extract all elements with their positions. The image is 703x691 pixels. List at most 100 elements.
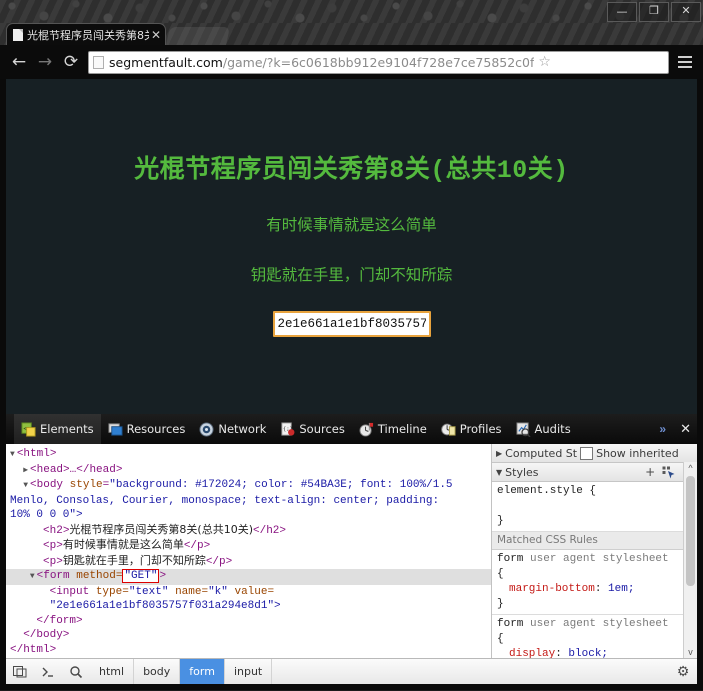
element-style-rule[interactable]: element.style { } [492, 482, 697, 532]
browser-tab[interactable]: 光棍节程序员闯关秀第8关 ✕ [6, 23, 166, 45]
devtools-statusbar: html body form input ⚙ [6, 658, 697, 684]
attribute-edit-field[interactable]: "GET" [122, 569, 160, 583]
page-viewport: 光棍节程序员闯关秀第8关(总共10关) 有时候事情就是这么简单 钥匙就在手里，门… [0, 79, 703, 414]
tab-label: Elements [40, 422, 94, 436]
forward-icon[interactable]: → [32, 49, 58, 75]
breadcrumb-html[interactable]: html [90, 659, 135, 684]
chevron-right-icon[interactable]: ▶ [496, 449, 502, 458]
tab-elements[interactable]: <> Elements [14, 414, 101, 444]
console-icon[interactable] [34, 659, 62, 684]
tree-row[interactable]: <p>钥匙就在手里，门却不知所踪</p> [6, 554, 491, 570]
scroll-up-icon[interactable]: ^ [684, 463, 697, 473]
show-inherited-label: Show inherited [596, 446, 679, 460]
dock-icon[interactable] [6, 659, 34, 684]
styles-sidebar: ▶ Computed St Show inherited ▼ Styles + [491, 444, 697, 658]
page-icon [93, 55, 104, 69]
maximize-button[interactable]: ❐ [639, 2, 669, 22]
window-controls: — ❐ ✕ [607, 2, 701, 22]
tree-row-cont: Menlo, Consolas, Courier, monospace; tex… [10, 494, 440, 507]
url-path: /game/?k=6c0618bb912e9104f728e7ce75852c0… [222, 54, 535, 70]
tab-network[interactable]: Network [192, 414, 273, 444]
matched-css-rules-label: Matched CSS Rules [492, 532, 697, 550]
search-icon[interactable] [62, 659, 90, 684]
devtools-panel: <> Elements Resources Network [0, 414, 703, 690]
timeline-icon [359, 422, 373, 437]
settings-gear-icon[interactable]: ⚙ [669, 659, 697, 684]
minimize-button[interactable]: — [607, 2, 637, 22]
page-title: 光棍节程序员闯关秀第8关(总共10关) [134, 156, 569, 185]
tree-row-cont: 10% 0 0 0"> [10, 509, 83, 521]
statusbar-spacer [272, 659, 669, 684]
url-text: segmentfault.com/game/?k=6c0618bb912e910… [109, 55, 534, 70]
tree-row-selected[interactable]: ▼ <form method= "GET" > [6, 569, 491, 585]
url-host: segmentfault.com [109, 54, 223, 70]
close-icon[interactable]: ✕ [151, 29, 161, 41]
close-window-button[interactable]: ✕ [671, 2, 701, 22]
disclosure-triangle-icon[interactable]: ▶ [23, 466, 30, 475]
tab-label: Timeline [377, 422, 427, 436]
tab-strip: 光棍节程序员闯关秀第8关 ✕ [0, 23, 703, 45]
computed-style-header[interactable]: ▶ Computed St Show inherited [492, 444, 697, 463]
tab-profiles[interactable]: Profiles [434, 414, 509, 444]
page-icon [13, 28, 23, 41]
scrollbar-thumb[interactable] [686, 476, 695, 586]
network-icon [199, 421, 214, 437]
tab-audits[interactable]: Audits [509, 414, 578, 444]
tree-row[interactable]: <p>有时候事情就是这么简单</p> [6, 538, 491, 554]
tree-row[interactable]: <input type="text" name="k" value= [6, 585, 491, 600]
tree-row[interactable]: </html> [6, 643, 491, 658]
close-devtools-icon[interactable]: ✕ [680, 421, 691, 437]
styles-header[interactable]: ▼ Styles + ⚙ [492, 463, 697, 482]
css-rule[interactable]: form user agent stylesheet { display: bl… [492, 615, 697, 658]
disclosure-triangle-icon[interactable]: ▼ [23, 481, 30, 490]
css-brace-open: { [497, 568, 504, 580]
css-declaration[interactable]: margin-bottom: 1em; [497, 582, 692, 597]
css-rule[interactable]: form user agent stylesheet { margin-bott… [492, 550, 697, 615]
disclosure-triangle-icon[interactable]: ▼ [10, 450, 17, 459]
devtools-toolbar: <> Elements Resources Network [6, 414, 697, 444]
computed-style-label: Computed St [505, 446, 578, 460]
tree-row[interactable]: </body> [6, 628, 491, 643]
sidebar-scrollbar[interactable]: ^ v [683, 462, 697, 658]
reload-icon[interactable]: ⟳ [58, 49, 84, 75]
breadcrumb-form[interactable]: form [180, 659, 225, 684]
tree-row-cont: "2e1e661a1e1bf8035757f031a294e8d1"> [49, 600, 281, 612]
element-picker-icon[interactable] [662, 466, 675, 479]
elements-icon: <> [21, 421, 36, 437]
elements-tree[interactable]: ▼ <html> ▶ <head>…</head> ▼ <body style="ba… [6, 444, 491, 658]
css-brace-close: } [497, 598, 504, 610]
back-icon[interactable]: ← [6, 49, 32, 75]
add-rule-button[interactable]: + [645, 465, 655, 479]
chevron-down-icon[interactable]: ▼ [496, 468, 502, 477]
overflow-icon[interactable]: » [659, 422, 666, 436]
tab-label: Network [218, 422, 267, 436]
devtools-body: ▼ <html> ▶ <head>…</head> ▼ <body style="ba… [6, 444, 697, 658]
browser-toolbar: ← → ⟳ segmentfault.com/game/?k=6c0618bb9… [0, 45, 703, 79]
css-declaration[interactable]: display: block; [497, 647, 692, 658]
tree-row[interactable]: </form> [6, 614, 491, 629]
breadcrumb-body[interactable]: body [134, 659, 181, 684]
tab-resources[interactable]: Resources [101, 414, 193, 444]
scroll-down-icon[interactable]: v [684, 647, 697, 657]
tab-label: Audits [534, 422, 571, 436]
css-rule-header: form user agent stylesheet [497, 618, 669, 630]
tab-timeline[interactable]: Timeline [352, 414, 434, 444]
resources-icon [108, 422, 123, 436]
key-input[interactable] [272, 311, 431, 337]
css-brace-open: { [497, 633, 504, 645]
tree-row[interactable]: <h2>光棍节程序员闯关秀第8关(总共10关)</h2> [6, 523, 491, 539]
css-rule-header: form user agent stylesheet [497, 553, 669, 565]
show-inherited-checkbox[interactable] [580, 446, 594, 460]
tree-row[interactable]: ▶ <head>…</head> [6, 463, 491, 479]
tab-sources[interactable]: {;} Sources [273, 414, 352, 444]
tree-row[interactable]: ▼ <body style="background: #172024; color… [6, 478, 491, 494]
styles-list[interactable]: element.style { } Matched CSS Rules form… [492, 482, 697, 658]
address-bar[interactable]: segmentfault.com/game/?k=6c0618bb912e910… [88, 50, 669, 74]
element-style-close: } [497, 515, 504, 527]
disclosure-triangle-icon[interactable]: ▼ [30, 572, 37, 581]
menu-icon[interactable] [675, 51, 695, 73]
tree-row[interactable]: ▼ <html> [6, 447, 491, 463]
bookmark-star-icon[interactable]: ☆ [538, 54, 551, 70]
tab-strip-decoration [166, 27, 230, 45]
breadcrumb-input[interactable]: input [225, 659, 273, 684]
